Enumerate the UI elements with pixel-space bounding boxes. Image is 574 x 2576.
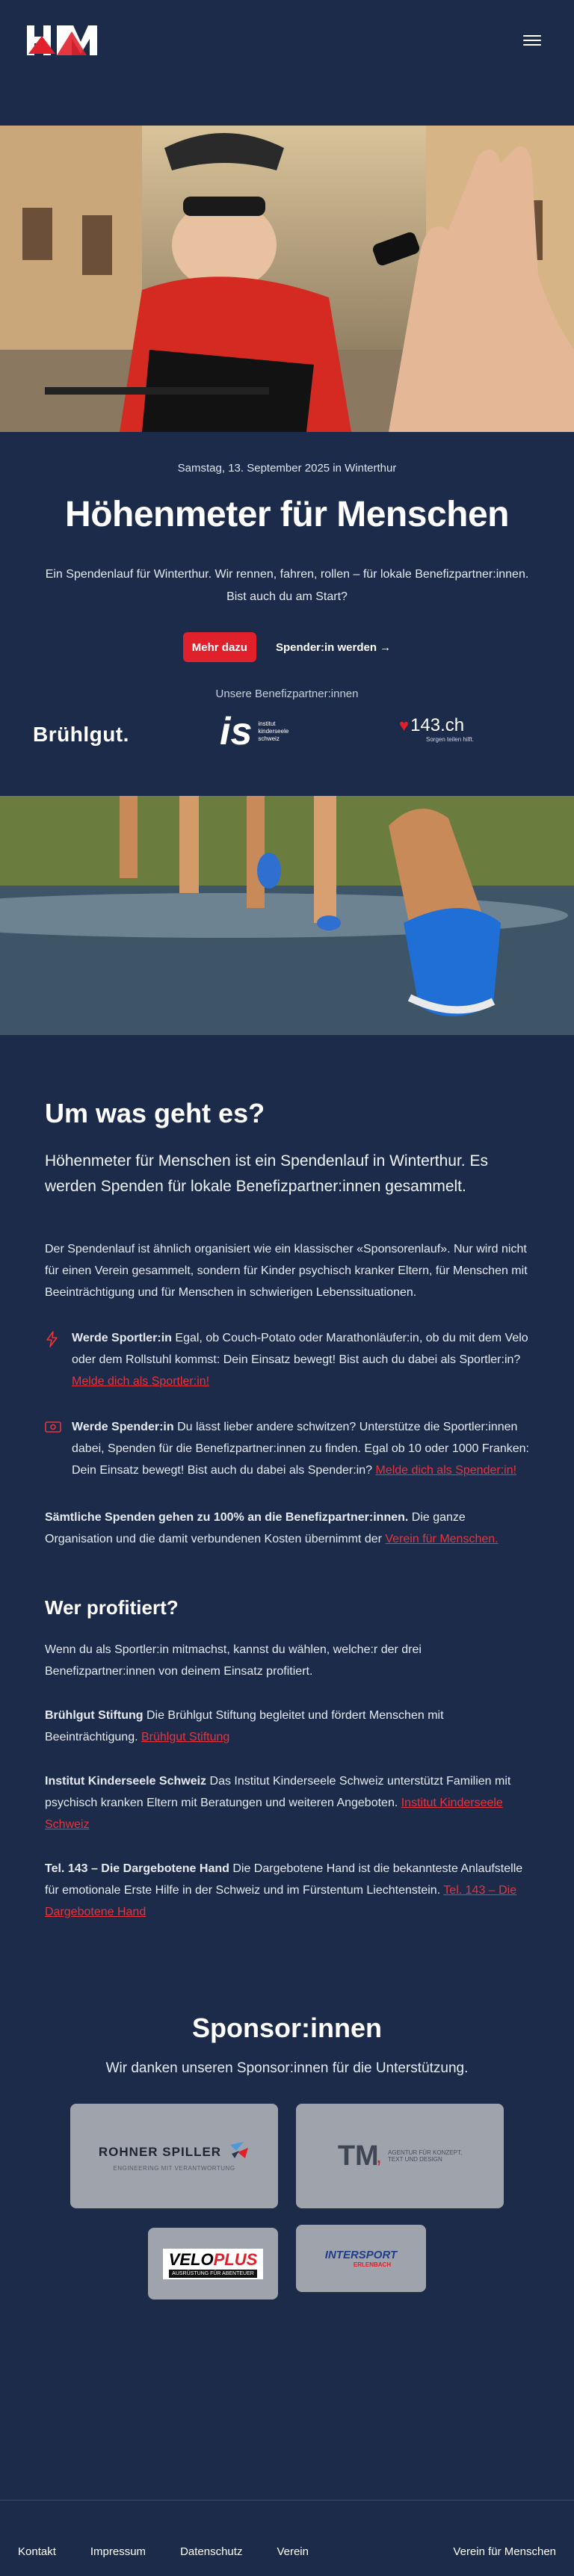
- footer-link-impressum[interactable]: Impressum: [90, 2545, 146, 2558]
- feature-spender: Werde Spender:in Du lässt lieber andere …: [45, 1416, 529, 1481]
- money-icon: [45, 1420, 61, 1481]
- about-section: Um was geht es? Höhenmeter für Menschen …: [0, 1035, 574, 1923]
- partner-logos: Brühlgut. is institut kinderseele schwei…: [0, 712, 574, 765]
- sponsors-subtitle: Wir danken unseren Sponsor:innen für die…: [105, 2060, 469, 2076]
- donations-paragraph: Sämtliche Spenden gehen zu 100% an die B…: [45, 1511, 499, 1545]
- cta-row: Mehr dazu Spender:in werden →: [0, 632, 574, 662]
- hero-image-cyclist: [0, 126, 574, 432]
- sponsor-intersport[interactable]: INTERSPORT ERLENBACH: [296, 2225, 426, 2292]
- rohner-mark-icon: [229, 2140, 250, 2163]
- hero-section: Samstag, 13. September 2025 in Winterthu…: [0, 432, 574, 796]
- become-donor-link[interactable]: Spender:in werden →: [276, 641, 391, 654]
- hamburger-icon: [523, 35, 541, 37]
- menu-button[interactable]: [523, 33, 541, 48]
- about-lead: Höhenmeter für Menschen ist ein Spendenl…: [45, 1152, 488, 1195]
- footer-link-verein[interactable]: Verein: [277, 2545, 309, 2558]
- feature-sportler: Werde Sportler:in Egal, ob Couch-Potato …: [45, 1327, 529, 1392]
- footer-links: Kontakt Impressum Datenschutz Verein: [18, 2545, 309, 2558]
- beneficiaries-intro: Wenn du als Sportler:in mitmachst, kanns…: [45, 1643, 422, 1678]
- kinderseele-logo[interactable]: is institut kinderseele schweiz: [220, 712, 288, 751]
- site-footer: Kontakt Impressum Datenschutz Verein Ver…: [0, 2500, 574, 2576]
- site-logo[interactable]: [27, 24, 100, 58]
- sponsors-section: Sponsor:innen Wir danken unseren Sponsor…: [0, 1923, 574, 2350]
- tel143-logo[interactable]: ♥ 143.ch Sorgen teilen hilft.: [399, 715, 474, 743]
- about-paragraph: Der Spendenlauf ist ähnlich organisiert …: [45, 1243, 528, 1299]
- bruehlgut-logo[interactable]: Brühlgut.: [33, 723, 129, 747]
- beneficiary-tel143: Tel. 143 – Die Dargebotene Hand Die Darg…: [45, 1862, 523, 1918]
- sponsor-veloplus[interactable]: VELOPLUS AUSRÜSTUNG FÜR ABENTEUER: [148, 2228, 278, 2299]
- register-athlete-link[interactable]: Melde dich als Sportler:in!: [72, 1375, 209, 1388]
- beneficiaries-title: Wer profitiert?: [45, 1596, 179, 1619]
- sponsors-title: Sponsor:innen: [192, 2013, 382, 2043]
- verein-link[interactable]: Verein für Menschen.: [385, 1533, 498, 1545]
- more-info-button[interactable]: Mehr dazu: [182, 632, 256, 662]
- sponsor-grid: ROHNER SPILLER ENGINEERING MIT VERANTWOR…: [0, 2104, 574, 2350]
- hero-intro: Ein Spendenlauf für Winterthur. Wir renn…: [45, 568, 529, 603]
- site-header: [0, 0, 574, 126]
- runners-image: [0, 796, 574, 1035]
- page-title: Höhenmeter für Menschen: [65, 495, 509, 534]
- footer-verein-link[interactable]: Verein für Menschen: [453, 2545, 556, 2558]
- sponsor-rohner-spiller[interactable]: ROHNER SPILLER ENGINEERING MIT VERANTWOR…: [70, 2104, 278, 2208]
- event-date: Samstag, 13. September 2025 in Winterthu…: [177, 462, 397, 475]
- footer-link-datenschutz[interactable]: Datenschutz: [180, 2545, 242, 2558]
- heart-icon: ♥: [399, 716, 410, 735]
- footer-link-kontakt[interactable]: Kontakt: [18, 2545, 56, 2558]
- register-donor-link[interactable]: Melde dich als Spender:in!: [375, 1464, 516, 1477]
- sponsor-tm[interactable]: TM , AGENTUR FÜR KONZEPT, TEXT UND DESIG…: [296, 2104, 504, 2208]
- bruehlgut-link[interactable]: Brühlgut Stiftung: [141, 1731, 229, 1743]
- about-title: Um was geht es?: [45, 1098, 265, 1128]
- beneficiary-kinderseele: Institut Kinderseele Schweiz Das Institu…: [45, 1775, 511, 1831]
- lightning-icon: [45, 1331, 61, 1392]
- beneficiary-bruehlgut: Brühlgut Stiftung Die Brühlgut Stiftung …: [45, 1709, 444, 1743]
- partners-heading: Unsere Benefizpartner:innen: [215, 688, 359, 700]
